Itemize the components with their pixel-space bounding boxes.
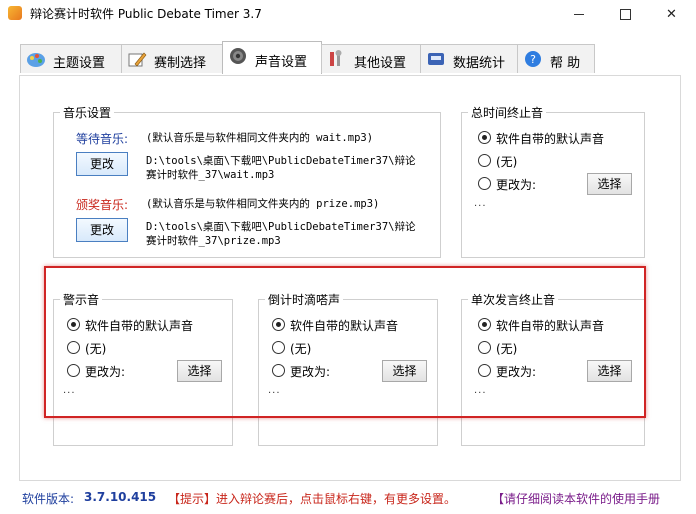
- total-end-select-button[interactable]: 选择: [587, 173, 632, 195]
- total-end-none-radio[interactable]: [478, 154, 491, 167]
- wait-music-change-button[interactable]: 更改: [76, 152, 128, 176]
- total-end-none-label: (无): [496, 155, 518, 169]
- tab-label: 赛制选择: [154, 56, 207, 71]
- group-title: 音乐设置: [60, 104, 115, 121]
- window-title: 辩论赛计时软件 Public Debate Timer 3.7: [30, 7, 262, 21]
- palette-icon: [27, 53, 45, 67]
- maximize-button[interactable]: [602, 2, 648, 26]
- close-button[interactable]: ✕: [648, 2, 694, 26]
- total-end-change-label: 更改为:: [496, 178, 537, 192]
- status-bar: 软件版本: 3.7.10.415 【提示】进入辩论赛后，点击鼠标右键，有更多设置…: [0, 487, 696, 509]
- tools-icon: [330, 50, 342, 66]
- tab-bar: 主题设置 赛制选择 声音设置 其他设置 数据统计 ? 帮 助: [20, 41, 696, 74]
- minimize-icon: [574, 14, 584, 15]
- wait-music-path-line1: D:\tools\桌面\下载吧\PublicDebateTimer37\辩论: [146, 155, 416, 167]
- svg-text:?: ?: [530, 53, 536, 66]
- tab-label: 其他设置: [354, 56, 407, 71]
- total-end-default-radio[interactable]: [478, 131, 491, 144]
- total-end-path-dots: ...: [474, 198, 487, 209]
- total-end-change-radio[interactable]: [478, 177, 491, 190]
- prize-music-path-line2: 赛计时软件_37\prize.mp3: [146, 235, 281, 247]
- app-icon: [8, 6, 22, 20]
- pencil-icon: [128, 52, 147, 67]
- version-label: 软件版本:: [22, 492, 75, 506]
- group-title: 总时间终止音: [468, 104, 547, 121]
- tab-help[interactable]: ? 帮 助: [517, 44, 595, 73]
- maximize-icon: [620, 9, 631, 20]
- tab-label: 声音设置: [255, 55, 308, 70]
- prize-music-hint: (默认音乐是与软件相同文件夹内的 prize.mp3): [146, 198, 380, 210]
- tab-other[interactable]: 其他设置: [321, 44, 421, 73]
- minimize-button[interactable]: [556, 2, 602, 26]
- tab-stats[interactable]: 数据统计: [420, 44, 518, 73]
- prize-music-change-button[interactable]: 更改: [76, 218, 128, 242]
- help-icon: ?: [525, 51, 541, 67]
- prize-music-label: 颁奖音乐:: [76, 198, 129, 212]
- title-bar: 辩论赛计时软件 Public Debate Timer 3.7 ✕: [0, 0, 696, 28]
- manual-link[interactable]: 【请仔细阅读本软件的使用手册: [492, 490, 660, 507]
- total-end-default-label: 软件自带的默认声音: [496, 132, 605, 146]
- tab-label: 主题设置: [53, 56, 106, 71]
- chart-disk-icon: [428, 53, 444, 65]
- tab-sound[interactable]: 声音设置: [222, 41, 322, 74]
- speaker-icon: [230, 48, 246, 64]
- version-number: 3.7.10.415: [84, 490, 157, 504]
- tab-label: 帮 助: [550, 56, 581, 71]
- wait-music-hint: (默认音乐是与软件相同文件夹内的 wait.mp3): [146, 132, 374, 144]
- prize-music-path-line1: D:\tools\桌面\下载吧\PublicDebateTimer37\辩论: [146, 221, 416, 233]
- tab-label: 数据统计: [453, 56, 506, 71]
- close-icon: ✕: [666, 7, 677, 22]
- tip-text: 【提示】进入辩论赛后，点击鼠标右键，有更多设置。: [168, 492, 457, 506]
- tab-theme[interactable]: 主题设置: [20, 44, 122, 73]
- tab-format[interactable]: 赛制选择: [121, 44, 223, 73]
- wait-music-path-line2: 赛计时软件_37\wait.mp3: [146, 169, 275, 181]
- highlight-box: [44, 266, 646, 418]
- wait-music-label: 等待音乐:: [76, 132, 129, 146]
